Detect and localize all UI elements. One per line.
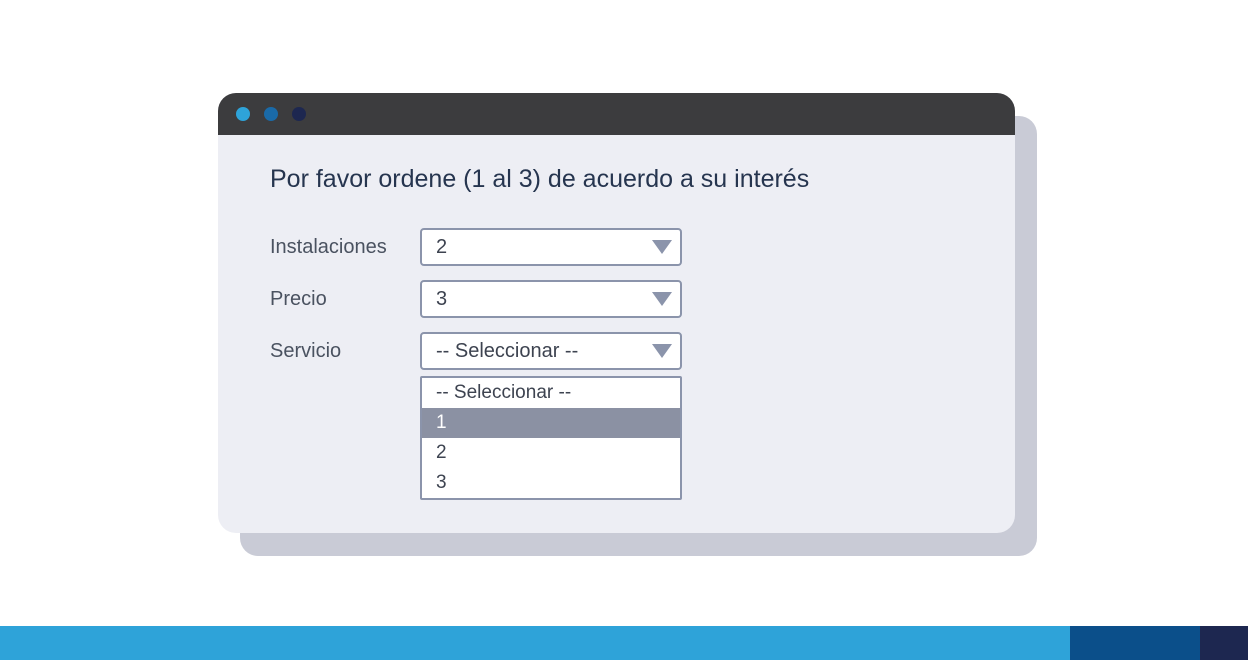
chevron-down-icon <box>652 344 672 358</box>
dropdown-option[interactable]: 2 <box>422 438 680 468</box>
footer-stripe <box>0 626 1248 660</box>
row-label: Servicio <box>270 340 420 363</box>
row-servicio: Servicio -- Seleccionar -- -- Selecciona… <box>270 332 963 370</box>
select-servicio[interactable]: -- Seleccionar -- <box>420 332 682 370</box>
ranking-rows: Instalaciones 2 Precio 3 <box>270 228 963 370</box>
select-value: -- Seleccionar -- <box>436 340 578 363</box>
window-dot-3 <box>292 107 306 121</box>
dropdown-option[interactable]: -- Seleccionar -- <box>422 378 680 408</box>
row-label: Instalaciones <box>270 236 420 259</box>
row-label: Precio <box>270 288 420 311</box>
window-content: Por favor ordene (1 al 3) de acuerdo a s… <box>218 135 1015 370</box>
dropdown-servicio: -- Seleccionar -- 1 2 3 <box>420 376 682 500</box>
select-precio[interactable]: 3 <box>420 280 682 318</box>
row-instalaciones: Instalaciones 2 <box>270 228 963 266</box>
chevron-down-icon <box>652 292 672 306</box>
dropdown-option[interactable]: 1 <box>422 408 680 438</box>
dropdown-option[interactable]: 3 <box>422 468 680 498</box>
app-window: Por favor ordene (1 al 3) de acuerdo a s… <box>218 93 1015 533</box>
chevron-down-icon <box>652 240 672 254</box>
select-instalaciones[interactable]: 2 <box>420 228 682 266</box>
window-dot-1 <box>236 107 250 121</box>
select-value: 3 <box>436 288 447 311</box>
window-dot-2 <box>264 107 278 121</box>
titlebar <box>218 93 1015 135</box>
row-precio: Precio 3 <box>270 280 963 318</box>
select-value: 2 <box>436 236 447 259</box>
page-title: Por favor ordene (1 al 3) de acuerdo a s… <box>270 165 963 194</box>
footer-segment-right <box>1200 626 1248 660</box>
